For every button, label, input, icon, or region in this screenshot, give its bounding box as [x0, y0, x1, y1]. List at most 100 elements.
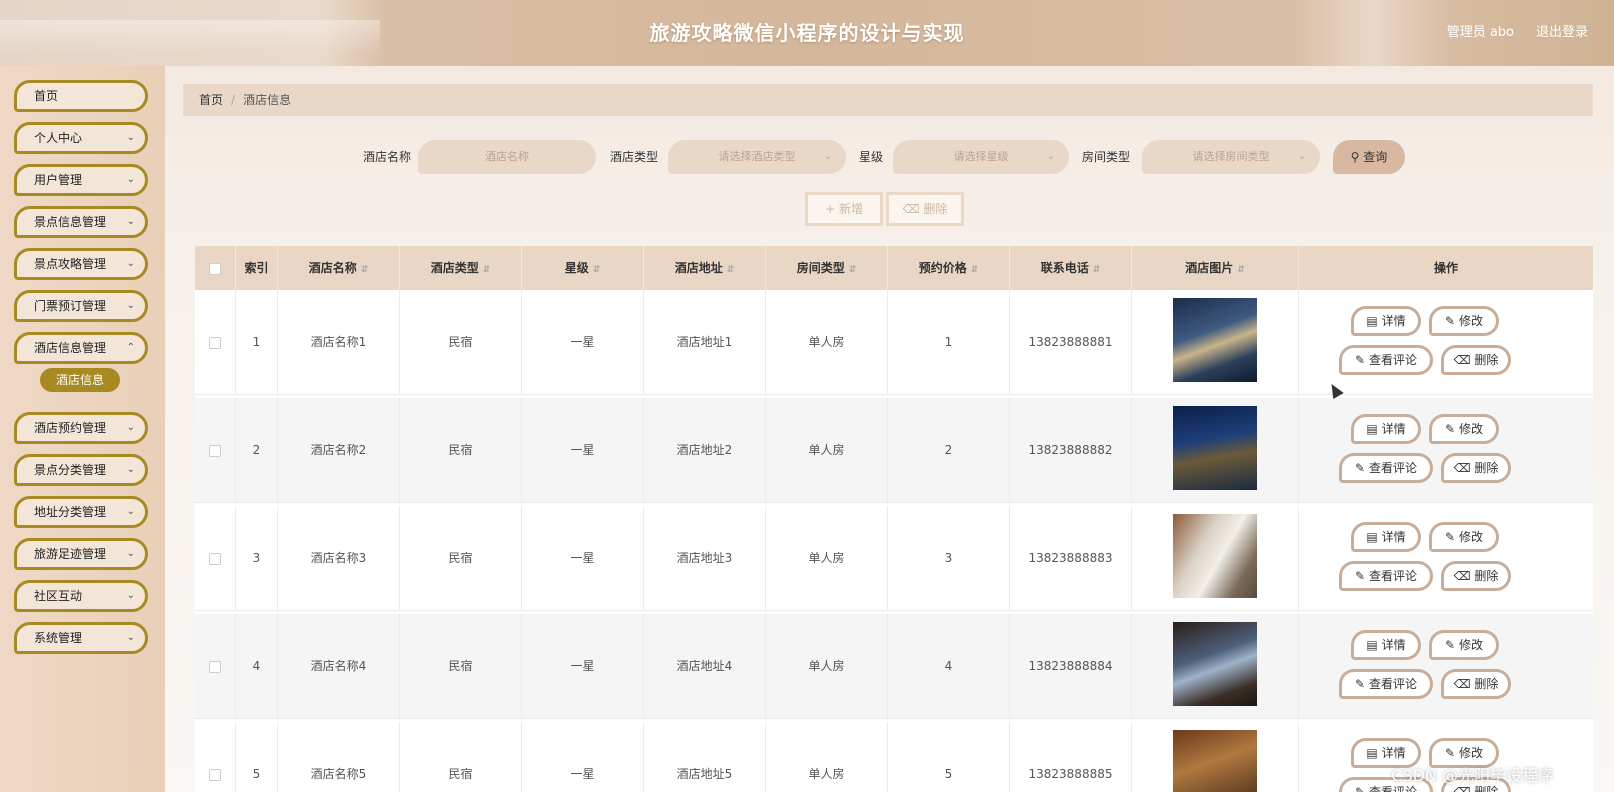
hotel-thumbnail[interactable]: [1173, 514, 1257, 598]
delete-label: 删除: [1474, 569, 1499, 583]
cell-price: 4: [888, 614, 1010, 719]
hotel-table: 索引 酒店名称 ⇵ 酒店类型 ⇵ 星级 ⇵ 酒店地址 ⇵ 房间类型 ⇵ 预约价格 ⇵ 联系电…: [195, 246, 1593, 792]
hotel-thumbnail[interactable]: [1173, 622, 1257, 706]
breadcrumb-home[interactable]: 首页: [199, 93, 223, 107]
row-checkbox[interactable]: [209, 444, 221, 457]
edit-label: 修改: [1458, 422, 1483, 436]
chevron-down-icon: ⌄: [823, 151, 832, 162]
trash-icon: ⌫: [1453, 461, 1471, 475]
cell-price: 5: [888, 722, 1010, 792]
detail-button[interactable]: ▤ 详情: [1351, 306, 1421, 336]
delete-button[interactable]: ⌫ 删除: [1441, 345, 1511, 375]
sidebar-item-scenic-info[interactable]: 景点信息管理 ⌄: [14, 206, 148, 238]
view-reviews-button[interactable]: ✎ 查看评论: [1339, 669, 1433, 699]
row-checkbox[interactable]: [209, 552, 221, 565]
sidebar-item-travel-footprint[interactable]: 旅游足迹管理 ⌄: [14, 538, 148, 570]
chevron-down-icon: ⌄: [126, 216, 135, 227]
sidebar-item-home[interactable]: 首页: [14, 80, 148, 112]
search-button[interactable]: ⚲ 查询: [1333, 140, 1405, 174]
sidebar-item-scenic-guide[interactable]: 景点攻略管理 ⌄: [14, 248, 148, 280]
edit-button[interactable]: ✎ 修改: [1429, 306, 1499, 336]
delete-button[interactable]: ⌫ 删除: [1441, 453, 1511, 483]
row-checkbox[interactable]: [209, 660, 221, 673]
room-type-select[interactable]: 请选择房间类型 ⌄: [1142, 140, 1320, 174]
sidebar-item-label: 酒店预约管理: [34, 421, 107, 435]
detail-button[interactable]: ▤ 详情: [1351, 630, 1421, 660]
col-label: 酒店图片: [1185, 261, 1234, 275]
cell-room: 单人房: [766, 398, 888, 503]
delete-button[interactable]: ⌫ 删除: [1441, 669, 1511, 699]
hotel-thumbnail[interactable]: [1173, 730, 1257, 792]
trash-icon: ⌫: [902, 202, 920, 216]
sidebar-item-hotel-info[interactable]: 酒店信息管理 ⌃: [14, 332, 148, 364]
sidebar-item-community[interactable]: 社区互动 ⌄: [14, 580, 148, 612]
view-reviews-button[interactable]: ✎ 查看评论: [1339, 453, 1433, 483]
sidebar-item-user-management[interactable]: 用户管理 ⌄: [14, 164, 148, 196]
edit-label: 修改: [1458, 314, 1483, 328]
sort-icon: ⇵: [848, 265, 857, 275]
delete-button[interactable]: ⌫ 删除: [1441, 561, 1511, 591]
edit-button[interactable]: ✎ 修改: [1429, 522, 1499, 552]
sidebar-item-label: 景点信息管理: [34, 215, 107, 229]
col-hotel-name[interactable]: 酒店名称 ⇵: [278, 246, 400, 290]
sidebar-item-label: 酒店信息管理: [34, 341, 107, 355]
delete-label: 删除: [1474, 677, 1499, 691]
chevron-down-icon: ⌄: [1297, 151, 1306, 162]
edit-button[interactable]: ✎ 修改: [1429, 630, 1499, 660]
sort-icon: ⇵: [1237, 265, 1245, 275]
cell-star: 一星: [522, 290, 644, 395]
cell-actions: ▤ 详情 ✎ 修改 ✎ 查看评论 ⌫ 删除: [1299, 614, 1593, 719]
view-reviews-button[interactable]: ✎ 查看评论: [1339, 345, 1433, 375]
search-button-label: 查询: [1363, 150, 1388, 164]
col-room-type[interactable]: 房间类型 ⇵: [766, 246, 888, 290]
cell-actions: ▤ 详情 ✎ 修改 ✎ 查看评论 ⌫ 删除: [1299, 398, 1593, 503]
detail-button[interactable]: ▤ 详情: [1351, 522, 1421, 552]
bulk-delete-button[interactable]: ⌫ 删除: [886, 192, 964, 226]
cell-address: 酒店地址1: [644, 290, 766, 395]
cell-address: 酒店地址4: [644, 614, 766, 719]
add-button-label: 新增: [838, 202, 863, 216]
col-image[interactable]: 酒店图片 ⇵: [1132, 246, 1299, 290]
sidebar-item-personal-center[interactable]: 个人中心 ⌄: [14, 122, 148, 154]
table-row: 1 酒店名称1 民宿 一星 酒店地址1 单人房 1 13823888881 ▤ 详情 ✎ 修改 ✎ …: [195, 290, 1593, 395]
edit-label: 修改: [1458, 638, 1483, 652]
sidebar-item-label: 景点分类管理: [34, 463, 107, 477]
hotel-thumbnail[interactable]: [1173, 406, 1257, 490]
view-reviews-label: 查看评论: [1368, 461, 1417, 475]
chevron-up-icon: ⌃: [126, 342, 135, 353]
sort-icon: ⇵: [482, 265, 491, 275]
chevron-down-icon: ⌄: [126, 548, 135, 559]
hotel-name-input[interactable]: 酒店名称: [418, 140, 596, 174]
sidebar-subitem-hotel-info[interactable]: 酒店信息: [40, 368, 120, 392]
sidebar-item-address-category[interactable]: 地址分类管理 ⌄: [14, 496, 148, 528]
cell-name: 酒店名称3: [278, 506, 400, 611]
sidebar-item-ticket-booking[interactable]: 门票预订管理 ⌄: [14, 290, 148, 322]
detail-label: 详情: [1381, 638, 1406, 652]
col-address[interactable]: 酒店地址 ⇵: [644, 246, 766, 290]
col-star[interactable]: 星级 ⇵: [522, 246, 644, 290]
col-phone[interactable]: 联系电话 ⇵: [1010, 246, 1132, 290]
detail-label: 详情: [1381, 314, 1406, 328]
select-all-checkbox[interactable]: [209, 262, 221, 275]
sidebar-item-system[interactable]: 系统管理 ⌄: [14, 622, 148, 654]
edit-button[interactable]: ✎ 修改: [1429, 414, 1499, 444]
row-checkbox[interactable]: [209, 336, 221, 349]
star-select[interactable]: 请选择星级 ⌄: [893, 140, 1069, 174]
add-button[interactable]: + 新增: [805, 192, 883, 226]
breadcrumb: 首页 / 酒店信息: [183, 84, 1593, 116]
cell-name: 酒店名称2: [278, 398, 400, 503]
doc-icon: ▤: [1366, 530, 1378, 544]
sidebar-item-hotel-booking[interactable]: 酒店预约管理 ⌄: [14, 412, 148, 444]
hotel-thumbnail[interactable]: [1173, 298, 1257, 382]
row-checkbox[interactable]: [209, 768, 221, 781]
sidebar-item-scenic-category[interactable]: 景点分类管理 ⌄: [14, 454, 148, 486]
cell-address: 酒店地址2: [644, 398, 766, 503]
logout-link[interactable]: 退出登录: [1536, 0, 1588, 66]
chevron-down-icon: ⌄: [126, 174, 135, 185]
view-reviews-button[interactable]: ✎ 查看评论: [1339, 561, 1433, 591]
hotel-type-select[interactable]: 请选择酒店类型 ⌄: [668, 140, 846, 174]
detail-button[interactable]: ▤ 详情: [1351, 414, 1421, 444]
doc-icon: ▤: [1366, 422, 1378, 436]
col-price[interactable]: 预约价格 ⇵: [888, 246, 1010, 290]
col-hotel-type[interactable]: 酒店类型 ⇵: [400, 246, 522, 290]
